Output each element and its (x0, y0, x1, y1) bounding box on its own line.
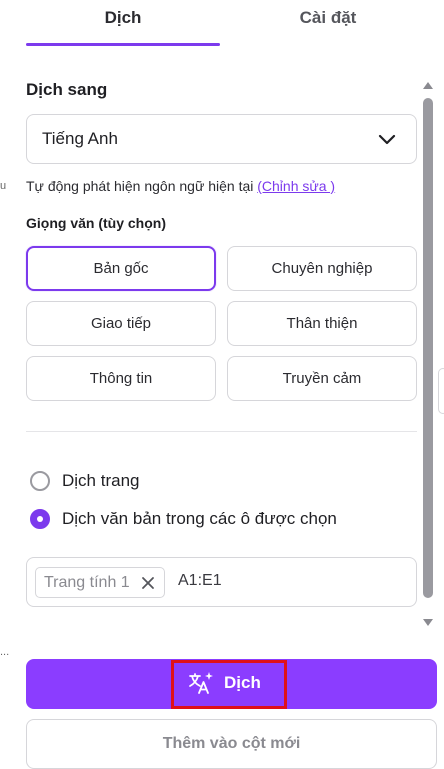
target-language-value: Tiếng Anh (42, 129, 118, 148)
scope-option-selected-cells[interactable]: Dịch văn bản trong các ô được chọn (30, 506, 337, 532)
translate-button-label: Dịch (224, 673, 261, 692)
scroll-up-arrow[interactable] (423, 82, 433, 89)
edit-language-link[interactable]: (Chỉnh sửa ) (257, 178, 335, 194)
tone-option-expressive[interactable]: Truyền cảm (227, 356, 417, 401)
left-edge-mark: ... (0, 646, 10, 658)
radio-unchecked[interactable] (30, 471, 50, 491)
scrollbar-thumb[interactable] (423, 98, 433, 598)
translate-button[interactable]: Dịch (26, 659, 437, 709)
left-edge-mark: u (0, 180, 7, 192)
scrollbar[interactable] (422, 80, 434, 628)
cell-range-value: A1:E1 (178, 572, 222, 589)
auto-detect-note: Tự động phát hiện ngôn ngữ hiện tại (Chỉ… (26, 178, 335, 194)
tone-option-casual[interactable]: Giao tiếp (26, 301, 216, 346)
tone-option-professional[interactable]: Chuyên nghiệp (227, 246, 417, 291)
section-divider (26, 431, 417, 432)
radio-checked[interactable] (30, 509, 50, 529)
scope-option-label: Dịch văn bản trong các ô được chọn (62, 509, 337, 528)
scroll-down-arrow[interactable] (423, 619, 433, 626)
tab-bar: Dịch Cài đặt (0, 0, 444, 48)
tone-option-original[interactable]: Bản gốc (26, 246, 216, 291)
scope-option-page[interactable]: Dịch trang (30, 468, 139, 494)
cell-range-input[interactable]: Trang tính 1 A1:E1 (26, 557, 417, 607)
chevron-down-icon (378, 134, 396, 145)
auto-detect-text: Tự động phát hiện ngôn ngữ hiện tại (26, 178, 254, 194)
tone-option-friendly[interactable]: Thân thiện (227, 301, 417, 346)
tone-option-informative[interactable]: Thông tin (26, 356, 216, 401)
side-panel-handle[interactable] (438, 368, 444, 414)
sheet-chip: Trang tính 1 (35, 567, 165, 598)
active-tab-indicator (26, 43, 220, 46)
sheet-chip-label: Trang tính 1 (44, 573, 130, 591)
translate-sparkle-icon (189, 672, 213, 694)
tone-label: Giọng văn (tùy chọn) (26, 215, 166, 231)
tab-settings[interactable]: Cài đặt (228, 8, 428, 38)
scope-option-label: Dịch trang (62, 471, 140, 490)
close-icon[interactable] (140, 575, 156, 591)
target-language-select[interactable]: Tiếng Anh (26, 114, 417, 164)
tab-translate[interactable]: Dịch (26, 8, 220, 38)
target-language-title: Dịch sang (26, 80, 108, 99)
add-to-new-column-button[interactable]: Thêm vào cột mới (26, 719, 437, 769)
translate-button-content: Dịch (188, 671, 261, 695)
